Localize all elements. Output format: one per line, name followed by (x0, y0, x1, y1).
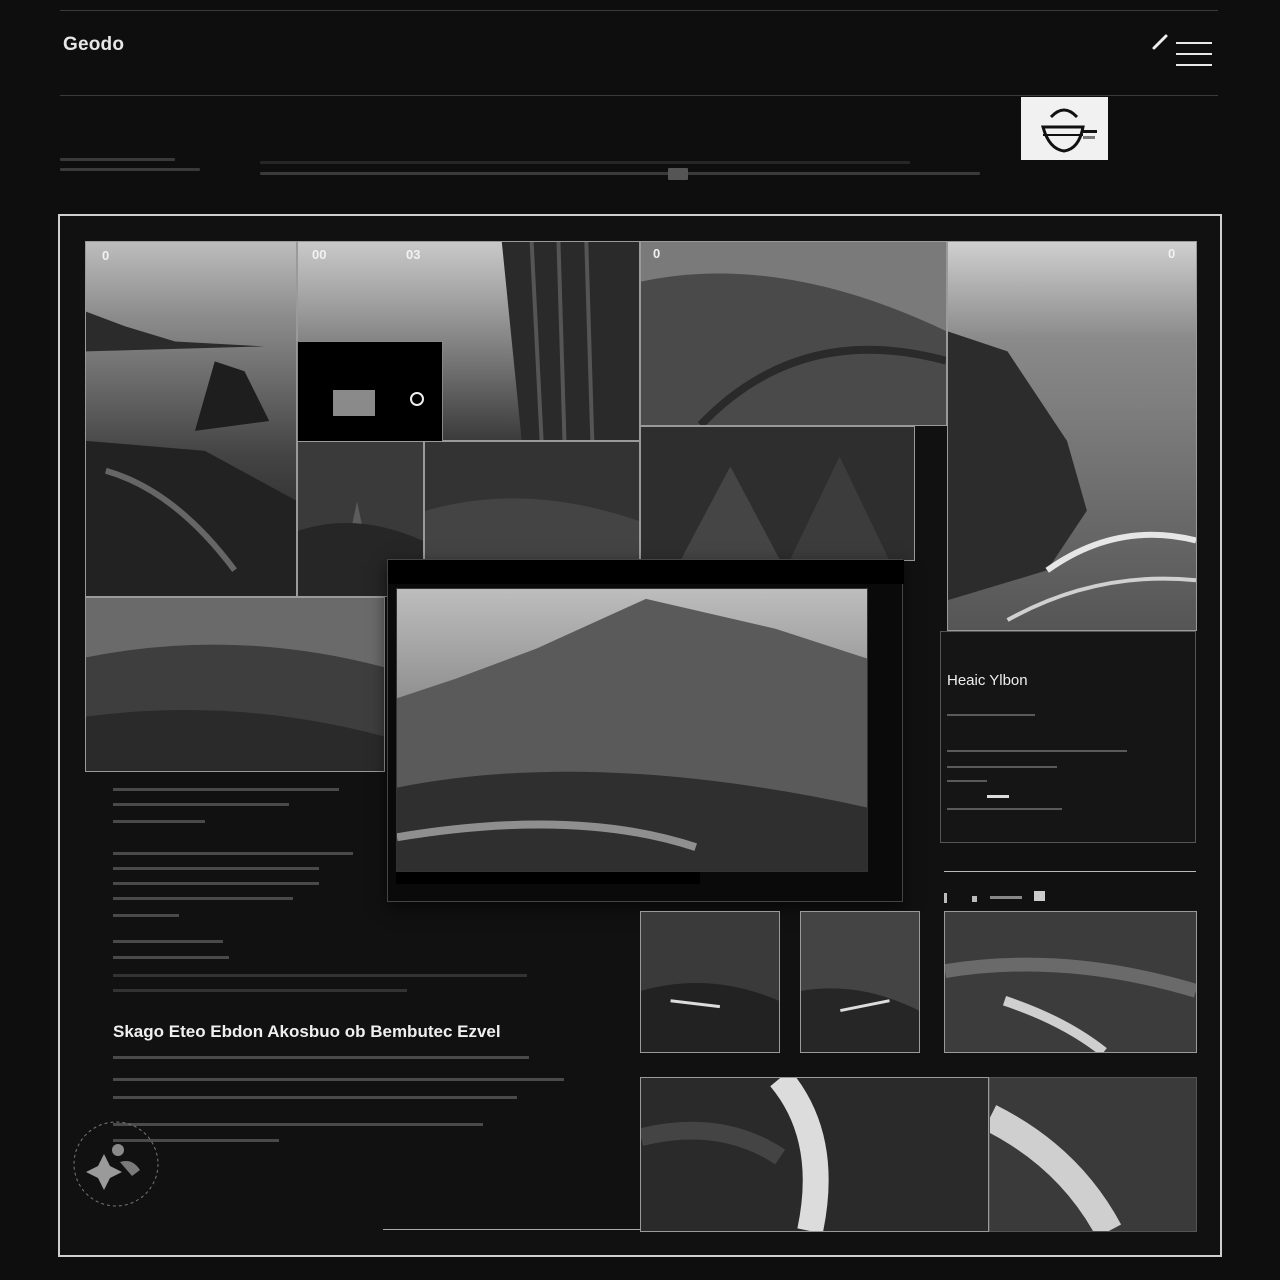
top-rule (60, 10, 1218, 11)
viewer-statusbar (396, 872, 700, 884)
text-line (113, 956, 229, 959)
photo-river-stream[interactable] (640, 1077, 989, 1232)
photo-river-rocks[interactable] (944, 911, 1197, 1053)
text-line (113, 914, 179, 917)
photo-canyon[interactable] (640, 426, 915, 561)
text-line (113, 803, 289, 806)
text-line (113, 820, 205, 823)
info-card-line (947, 750, 1127, 752)
info-card-title: Heaic Ylbon (947, 672, 1028, 689)
photo-label: 0 (653, 246, 661, 261)
text-line (113, 867, 319, 870)
photo-storm-sky-2[interactable] (800, 911, 920, 1053)
text-line (113, 974, 527, 977)
play-icon[interactable] (408, 390, 426, 408)
info-card-line (947, 766, 1057, 768)
photo-tile-label: 03 (406, 247, 421, 262)
text-line (113, 897, 293, 900)
photo-river-bend[interactable] (989, 1077, 1197, 1232)
main-viewer-window[interactable] (387, 559, 904, 902)
info-card-line (947, 808, 1062, 810)
text-line (113, 788, 339, 791)
article-headline: Skago Eteo Ebdon Akosbuo ob Bembutec Ezv… (113, 1022, 501, 1041)
info-card-line (947, 714, 1035, 716)
text-line (113, 1123, 483, 1126)
mini-player[interactable] (297, 341, 443, 443)
photo-sea-stacks[interactable]: 0 (85, 241, 297, 597)
text-line (113, 1096, 517, 1099)
photo-wave-coast[interactable]: 0 (947, 241, 1197, 631)
photo-grass-slope[interactable] (85, 597, 385, 772)
gallery-frame: 0 00 03 0 0 Heaic Ylbon Skago Eteo Ebdon… (58, 214, 1222, 1257)
info-card[interactable]: Heaic Ylbon (940, 631, 1196, 843)
info-card-button[interactable] (987, 795, 1009, 798)
photo-label: 0 (1168, 246, 1176, 261)
text-line (113, 940, 223, 943)
mini-player-thumbnail (333, 390, 375, 416)
brand-name[interactable]: Geodo (63, 34, 124, 56)
viewer-main-photo (396, 588, 868, 872)
photo-label: 0 (102, 248, 110, 263)
text-line (113, 1056, 529, 1059)
photo-tile-label: 00 (312, 247, 327, 262)
photo-storm-sky[interactable] (640, 911, 780, 1053)
bowl-logo-icon[interactable] (1021, 97, 1108, 160)
nav-bar (60, 154, 980, 194)
toolbar-icon[interactable] (972, 896, 977, 902)
toolbar-icon[interactable] (1034, 891, 1045, 901)
toolbar-label (990, 896, 1022, 899)
watermark-icon (73, 1121, 159, 1207)
section-divider (944, 871, 1196, 872)
info-card-line (947, 780, 987, 782)
text-line (113, 882, 319, 885)
text-line (113, 852, 353, 855)
photo-coastal-cliff[interactable]: 0 (640, 241, 947, 426)
text-line (113, 1078, 564, 1081)
header-divider (60, 95, 1218, 96)
pen-icon[interactable] (1150, 32, 1170, 52)
footer-divider (383, 1229, 640, 1230)
menu-icon[interactable] (1176, 42, 1212, 68)
viewer-toolbar[interactable] (388, 560, 904, 584)
toolbar-icon[interactable] (944, 893, 947, 903)
text-line (113, 989, 407, 992)
